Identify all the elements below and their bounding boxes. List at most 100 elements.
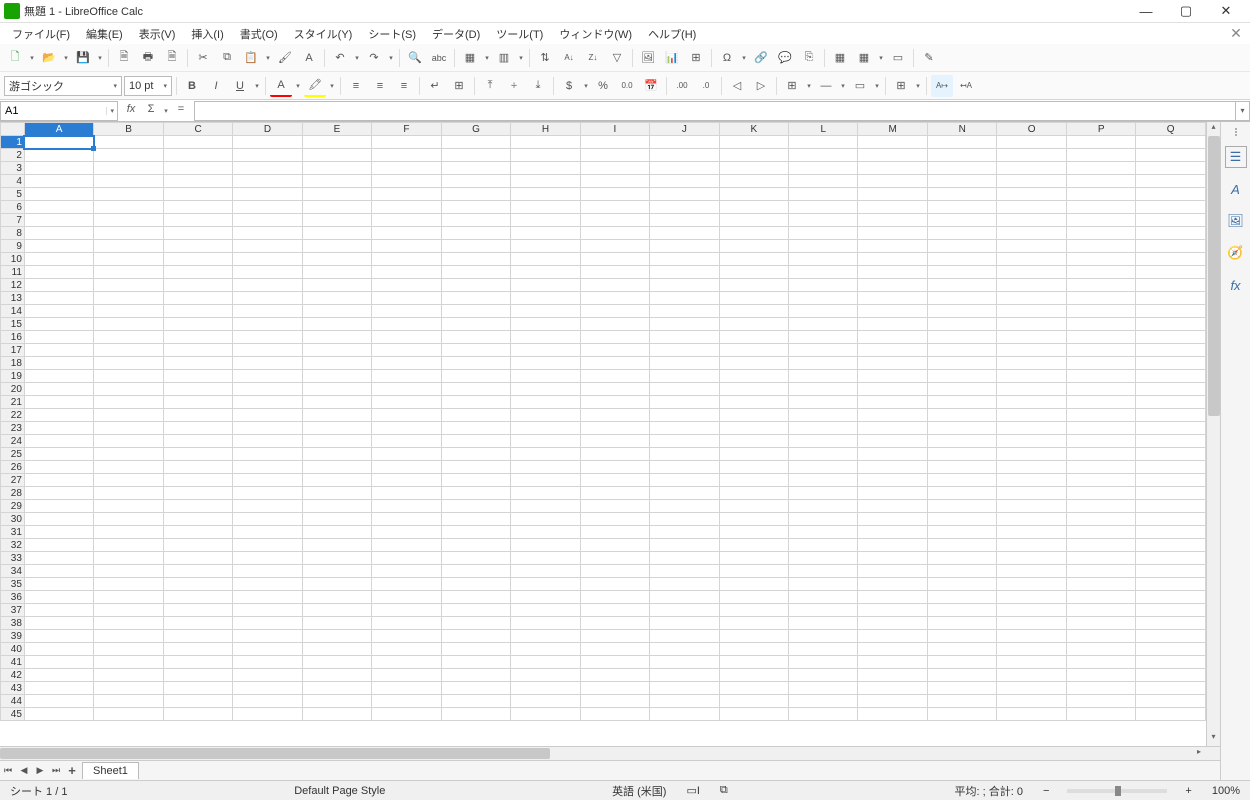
cell[interactable] xyxy=(580,656,649,669)
cell[interactable] xyxy=(24,656,93,669)
cell[interactable] xyxy=(789,552,858,565)
cell[interactable] xyxy=(511,318,580,331)
cell[interactable] xyxy=(858,214,927,227)
cell[interactable] xyxy=(650,344,719,357)
cell[interactable] xyxy=(927,149,996,162)
cell[interactable] xyxy=(858,669,927,682)
cell[interactable] xyxy=(24,162,93,175)
cell[interactable] xyxy=(24,318,93,331)
cell[interactable] xyxy=(650,526,719,539)
cell[interactable] xyxy=(650,656,719,669)
menu-format[interactable]: 書式(O) xyxy=(232,24,286,44)
cell[interactable] xyxy=(1066,409,1135,422)
cell[interactable] xyxy=(927,175,996,188)
cell[interactable] xyxy=(789,344,858,357)
cell[interactable] xyxy=(858,253,927,266)
cell[interactable] xyxy=(1136,656,1206,669)
cell[interactable] xyxy=(858,591,927,604)
cell[interactable] xyxy=(1136,630,1206,643)
cell[interactable] xyxy=(858,422,927,435)
cell[interactable] xyxy=(163,331,232,344)
cell[interactable] xyxy=(441,578,510,591)
cell[interactable] xyxy=(1066,708,1135,721)
increase-indent-icon[interactable]: ▷ xyxy=(750,75,772,97)
cell[interactable] xyxy=(441,435,510,448)
row-header[interactable]: 7 xyxy=(1,214,25,227)
cell[interactable] xyxy=(441,201,510,214)
comment-icon[interactable]: 💬 xyxy=(774,47,796,69)
cell[interactable] xyxy=(233,422,302,435)
cell[interactable] xyxy=(927,253,996,266)
copy-icon[interactable]: ⧉ xyxy=(216,47,238,69)
cell[interactable] xyxy=(858,188,927,201)
cell[interactable] xyxy=(24,201,93,214)
cell[interactable] xyxy=(858,136,927,149)
status-page-style[interactable]: Default Page Style xyxy=(288,785,391,797)
cell[interactable] xyxy=(719,656,788,669)
formula-icon[interactable]: = xyxy=(172,100,190,118)
cell[interactable] xyxy=(511,591,580,604)
cell[interactable] xyxy=(927,396,996,409)
cell[interactable] xyxy=(927,565,996,578)
cell[interactable] xyxy=(927,227,996,240)
zoom-slider[interactable] xyxy=(1067,789,1167,793)
cell[interactable] xyxy=(858,617,927,630)
cell[interactable] xyxy=(997,214,1066,227)
cell[interactable] xyxy=(94,227,163,240)
cell[interactable] xyxy=(789,422,858,435)
cell[interactable] xyxy=(580,409,649,422)
cell[interactable] xyxy=(789,227,858,240)
cell[interactable] xyxy=(719,526,788,539)
cell[interactable] xyxy=(719,422,788,435)
cell[interactable] xyxy=(24,344,93,357)
cell[interactable] xyxy=(163,357,232,370)
cell[interactable] xyxy=(441,591,510,604)
cell[interactable] xyxy=(24,669,93,682)
cell[interactable] xyxy=(927,318,996,331)
cell[interactable] xyxy=(858,149,927,162)
cell[interactable] xyxy=(233,136,302,149)
row-icon[interactable]: ▦ xyxy=(459,47,481,69)
cell[interactable] xyxy=(1136,526,1206,539)
scroll-up-icon[interactable]: ▴ xyxy=(1207,122,1220,136)
cell[interactable] xyxy=(1066,461,1135,474)
cell[interactable] xyxy=(1136,695,1206,708)
currency-icon[interactable]: $ xyxy=(558,75,580,97)
cell[interactable] xyxy=(372,253,441,266)
cell[interactable] xyxy=(719,552,788,565)
cell[interactable] xyxy=(233,461,302,474)
cell[interactable] xyxy=(580,305,649,318)
row-header[interactable]: 26 xyxy=(1,461,25,474)
cell[interactable] xyxy=(94,370,163,383)
cell[interactable] xyxy=(1066,669,1135,682)
cell[interactable] xyxy=(927,526,996,539)
cell[interactable] xyxy=(94,409,163,422)
wrap-icon[interactable]: ↵ xyxy=(424,75,446,97)
cell[interactable] xyxy=(163,162,232,175)
cell[interactable] xyxy=(719,357,788,370)
italic-icon[interactable]: I xyxy=(205,75,227,97)
cell[interactable] xyxy=(1136,513,1206,526)
cell[interactable] xyxy=(580,292,649,305)
cell[interactable] xyxy=(511,357,580,370)
row-header[interactable]: 3 xyxy=(1,162,25,175)
cell[interactable] xyxy=(1066,344,1135,357)
tab-next-icon[interactable]: ▶ xyxy=(32,765,48,776)
cell[interactable] xyxy=(511,448,580,461)
cell[interactable] xyxy=(719,175,788,188)
cell[interactable] xyxy=(441,253,510,266)
cell[interactable] xyxy=(1066,513,1135,526)
cell[interactable] xyxy=(580,162,649,175)
cell[interactable] xyxy=(163,266,232,279)
menu-sheet[interactable]: シート(S) xyxy=(360,24,424,44)
cell[interactable] xyxy=(94,695,163,708)
cell[interactable] xyxy=(997,201,1066,214)
cell[interactable] xyxy=(1136,318,1206,331)
row-header[interactable]: 5 xyxy=(1,188,25,201)
cell[interactable] xyxy=(580,331,649,344)
cell[interactable] xyxy=(650,578,719,591)
cell[interactable] xyxy=(927,604,996,617)
cell[interactable] xyxy=(1136,344,1206,357)
cell[interactable] xyxy=(163,474,232,487)
cell[interactable] xyxy=(927,409,996,422)
